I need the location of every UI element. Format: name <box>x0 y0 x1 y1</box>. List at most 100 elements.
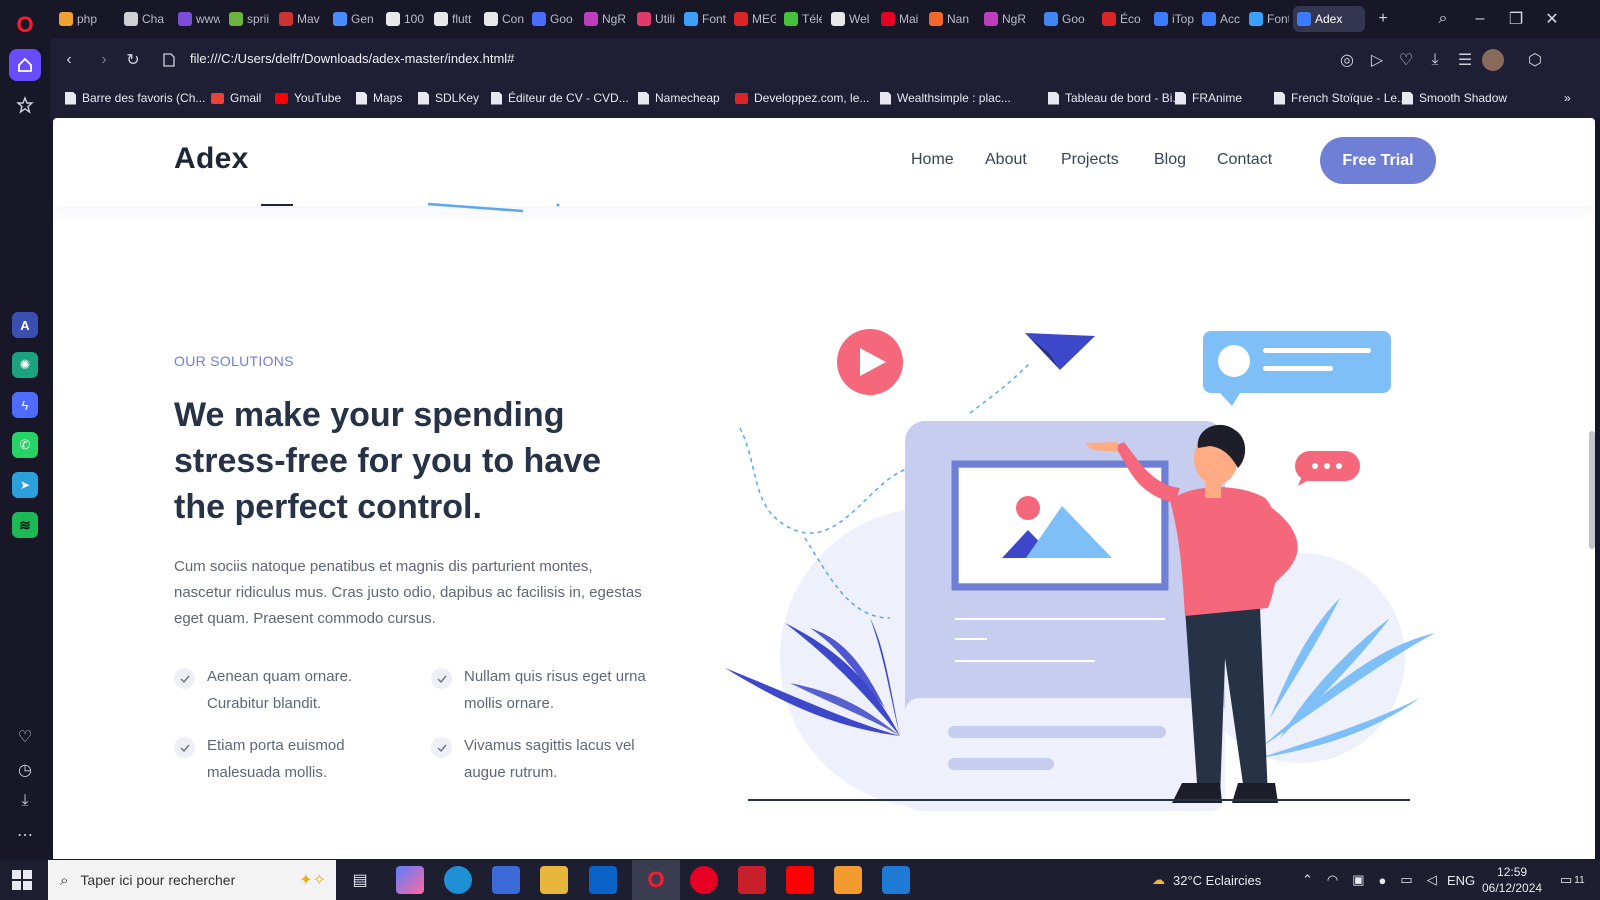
nav-blog[interactable]: Blog <box>1154 151 1186 169</box>
edge-icon[interactable] <box>444 866 472 894</box>
free-trial-button[interactable]: Free Trial <box>1320 137 1436 184</box>
opera-logo-icon[interactable]: O <box>12 12 38 38</box>
taskbar-search[interactable]: ⌕ Taper ici pour rechercher ✦✧ <box>48 860 336 900</box>
play-icon[interactable]: ▷ <box>1366 49 1388 71</box>
browser-tab[interactable]: Nan <box>925 6 975 32</box>
back-icon[interactable]: ‹ <box>58 49 80 71</box>
browser-tab[interactable]: sprii <box>225 6 271 32</box>
nav-projects[interactable]: Projects <box>1061 151 1119 169</box>
youtube-icon[interactable] <box>786 866 814 894</box>
whatsapp-icon[interactable]: ✆ <box>12 432 38 458</box>
bookmark-item[interactable]: SDLKey <box>418 91 479 105</box>
chevron-up-icon[interactable]: ⌃ <box>1302 872 1313 888</box>
outlook-icon[interactable] <box>589 866 617 894</box>
site-logo[interactable]: Adex <box>174 142 249 176</box>
file-explorer-icon[interactable] <box>540 866 568 894</box>
language-indicator[interactable]: ENG <box>1447 860 1475 900</box>
bookmark-item[interactable]: Barre des favoris (Ch... <box>65 91 205 105</box>
download-icon[interactable]: ⤓ <box>14 790 36 812</box>
browser-tab[interactable]: Font <box>680 6 726 32</box>
close-window-icon[interactable]: ✕ <box>1541 8 1563 30</box>
page-scrollbar[interactable] <box>1589 431 1595 549</box>
copilot-icon[interactable] <box>396 866 424 894</box>
url-field[interactable]: file:///C:/Users/delfr/Downloads/adex-ma… <box>190 51 514 66</box>
browser-tab[interactable]: Con <box>480 6 524 32</box>
camera-icon[interactable]: ▣ <box>1352 872 1364 888</box>
task-view-icon[interactable]: ▤ <box>346 866 374 894</box>
heart-icon[interactable]: ♡ <box>14 726 36 748</box>
telegram-icon[interactable]: ➤ <box>12 472 38 498</box>
browser-tab[interactable]: Gen <box>329 6 377 32</box>
avatar[interactable] <box>1482 49 1504 71</box>
download-icon[interactable]: ⤓ <box>1424 49 1446 71</box>
nav-home[interactable]: Home <box>911 151 954 169</box>
nav-about[interactable]: About <box>985 151 1027 169</box>
search-tabs-icon[interactable]: ⌕ <box>1432 8 1454 30</box>
browser-tab[interactable]: php <box>55 6 111 32</box>
mic-icon[interactable]: ● <box>1379 873 1387 888</box>
chatgpt-icon[interactable]: ✺ <box>12 352 38 378</box>
bookmark-item[interactable]: YouTube <box>275 91 341 105</box>
browser-tab[interactable]: NgR <box>580 6 628 32</box>
restore-icon[interactable]: ❐ <box>1505 8 1527 30</box>
browser-tab[interactable]: Mai <box>877 6 921 32</box>
vscode-icon[interactable] <box>882 866 910 894</box>
extensions-icon[interactable]: ⬡ <box>1524 49 1546 71</box>
bookmark-item[interactable]: Gmail <box>211 91 261 105</box>
browser-tab[interactable]: Télé <box>780 6 822 32</box>
notification-center[interactable]: ▭ 11 <box>1560 860 1585 900</box>
history-icon[interactable]: ◷ <box>14 759 36 781</box>
store-icon[interactable] <box>492 866 520 894</box>
camera-icon[interactable]: ◎ <box>1336 49 1358 71</box>
bookmark-item[interactable]: Smooth Shadow <box>1402 91 1507 105</box>
battery-icon[interactable]: ▭ <box>1400 872 1412 888</box>
nav-contact[interactable]: Contact <box>1217 151 1272 169</box>
browser-tab[interactable]: Utili <box>633 6 677 32</box>
browser-tab[interactable]: flutt <box>430 6 476 32</box>
bookmark-item[interactable]: Wealthsimple : plac... <box>880 91 1011 105</box>
browser-tab[interactable]: iTop <box>1150 6 1194 32</box>
browser-tab[interactable]: Mav <box>275 6 325 32</box>
spotify-icon[interactable]: ≋ <box>12 512 38 538</box>
pinterest-icon[interactable] <box>690 866 718 894</box>
bookmark-item[interactable]: Namecheap <box>638 91 720 105</box>
volume-icon[interactable]: ◁ <box>1427 872 1437 888</box>
browser-tab[interactable]: Acc <box>1198 6 1242 32</box>
forward-icon[interactable]: › <box>93 49 115 71</box>
recorder-icon[interactable] <box>738 866 766 894</box>
browser-tab[interactable]: Cha <box>120 6 170 32</box>
more-bookmarks-icon[interactable]: » <box>1564 91 1571 105</box>
messenger-icon[interactable]: ϟ <box>12 392 38 418</box>
new-tab-icon[interactable]: + <box>1372 8 1394 30</box>
menu-icon[interactable]: ☰ <box>1454 49 1476 71</box>
browser-tab[interactable]: Goo <box>1040 6 1092 32</box>
minimize-icon[interactable]: – <box>1469 8 1491 30</box>
browser-tab[interactable]: Éco <box>1098 6 1146 32</box>
brave-icon[interactable] <box>834 866 862 894</box>
browser-tab[interactable]: www <box>174 6 220 32</box>
reload-icon[interactable]: ↻ <box>122 49 144 71</box>
heart-icon[interactable]: ♡ <box>1395 49 1417 71</box>
browser-tab[interactable]: Font <box>1245 6 1289 32</box>
bookmark-item[interactable]: Developpez.com, le... <box>735 91 869 105</box>
browser-tab[interactable]: Adex <box>1293 6 1365 32</box>
opera-icon[interactable]: O <box>642 866 670 894</box>
bookmark-item[interactable]: French Stoïque - Le... <box>1274 91 1407 105</box>
start-button[interactable] <box>12 870 32 890</box>
browser-tab[interactable]: Goo <box>528 6 576 32</box>
browser-tab[interactable]: 100 <box>382 6 426 32</box>
network-icon[interactable]: ◠ <box>1327 872 1338 888</box>
bookmark-item[interactable]: Éditeur de CV - CVD... <box>491 91 629 105</box>
bookmark-item[interactable]: Maps <box>356 91 402 105</box>
home-icon[interactable] <box>9 49 41 81</box>
aria-icon[interactable]: A <box>12 312 38 338</box>
browser-tab[interactable]: MEG <box>730 6 776 32</box>
bookmark-item[interactable]: FRAnime <box>1175 91 1242 105</box>
star-icon[interactable] <box>14 94 36 116</box>
browser-tab[interactable]: NgR <box>980 6 1034 32</box>
browser-tab[interactable]: Wel <box>827 6 873 32</box>
more-icon[interactable]: ⋯ <box>14 824 36 846</box>
clock[interactable]: 12:59 06/12/2024 <box>1482 860 1542 900</box>
bookmark-item[interactable]: Tableau de bord - Bi... <box>1048 91 1182 105</box>
weather-widget[interactable]: ☁ 32°C Eclaircies <box>1152 860 1261 900</box>
